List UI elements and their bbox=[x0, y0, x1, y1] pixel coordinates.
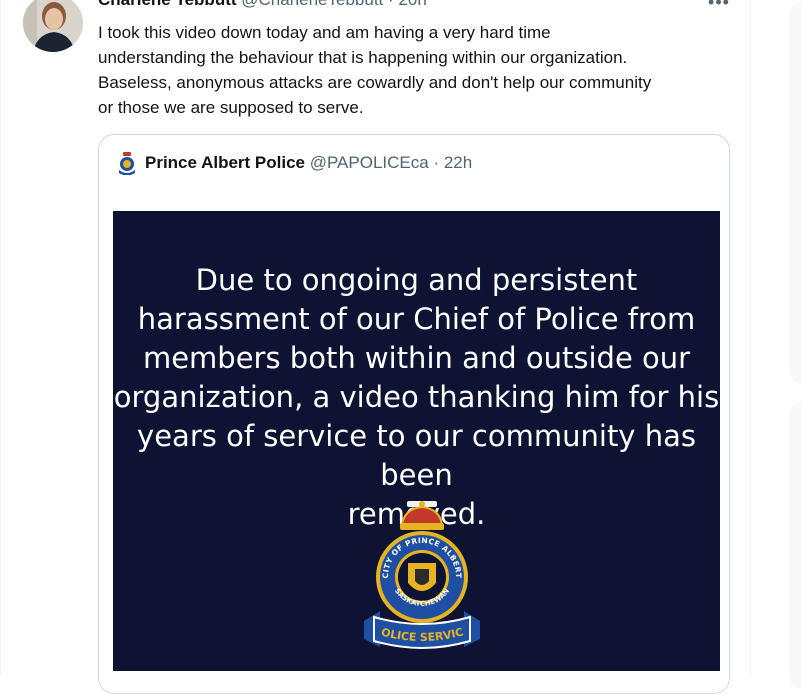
media-text-line: organization, a video thanking him for h… bbox=[113, 380, 720, 414]
more-horizontal-icon: ••• bbox=[708, 0, 730, 12]
media-text-line: members both within and outside our bbox=[142, 341, 691, 375]
tweet-text-line: Baseless, anonymous attacks are cowardly… bbox=[98, 73, 652, 92]
quote-avatar[interactable] bbox=[116, 151, 138, 176]
tweet-header: Charlene Tebbutt @CharleneTebbutt · 20h bbox=[98, 0, 427, 10]
quote-time[interactable]: 22h bbox=[444, 153, 472, 172]
tweet-time[interactable]: 20h bbox=[398, 0, 426, 9]
tweet-text-line: or those we are supposed to serve. bbox=[98, 98, 364, 117]
sidebar-card bbox=[789, 0, 801, 385]
more-button[interactable]: ••• bbox=[704, 0, 734, 12]
author-name[interactable]: Charlene Tebbutt bbox=[98, 0, 237, 9]
media-text-line: Due to ongoing and persistent bbox=[195, 263, 638, 297]
media-text-line: harassment of our Chief of Police from bbox=[137, 302, 696, 336]
separator: · bbox=[388, 0, 394, 9]
quote-author-name[interactable]: Prince Albert Police bbox=[145, 153, 305, 172]
sidebar-card bbox=[789, 400, 801, 690]
quote-header: Prince Albert Police @PAPOLICEca · 22h bbox=[145, 152, 472, 174]
avatar[interactable] bbox=[23, 0, 83, 52]
police-badge-logo: CITY OF PRINCE ALBERT SASKATCHEWAN POLIC… bbox=[360, 499, 480, 649]
separator: · bbox=[433, 153, 440, 172]
quote-author-handle[interactable]: @PAPOLICEca bbox=[310, 153, 429, 172]
author-handle[interactable]: @CharleneTebbutt bbox=[241, 0, 383, 9]
tweet-text-line: I took this video down today and am havi… bbox=[98, 23, 551, 42]
police-crest-icon bbox=[119, 152, 135, 176]
media-text: Due to ongoing and persistent harassment… bbox=[113, 261, 720, 534]
quote-media-image[interactable]: Due to ongoing and persistent harassment… bbox=[113, 211, 720, 671]
crown-icon bbox=[400, 501, 444, 530]
media-text-line: years of service to our community has be… bbox=[137, 419, 696, 492]
tweet-text-line: understanding the behaviour that is happ… bbox=[98, 48, 628, 67]
left-border bbox=[0, 0, 1, 675]
quoted-tweet-card[interactable]: Prince Albert Police @PAPOLICEca · 22h D… bbox=[98, 134, 730, 694]
tweet-text: I took this video down today and am havi… bbox=[98, 20, 738, 120]
avatar-image bbox=[23, 0, 83, 52]
timeline-border bbox=[750, 0, 751, 675]
